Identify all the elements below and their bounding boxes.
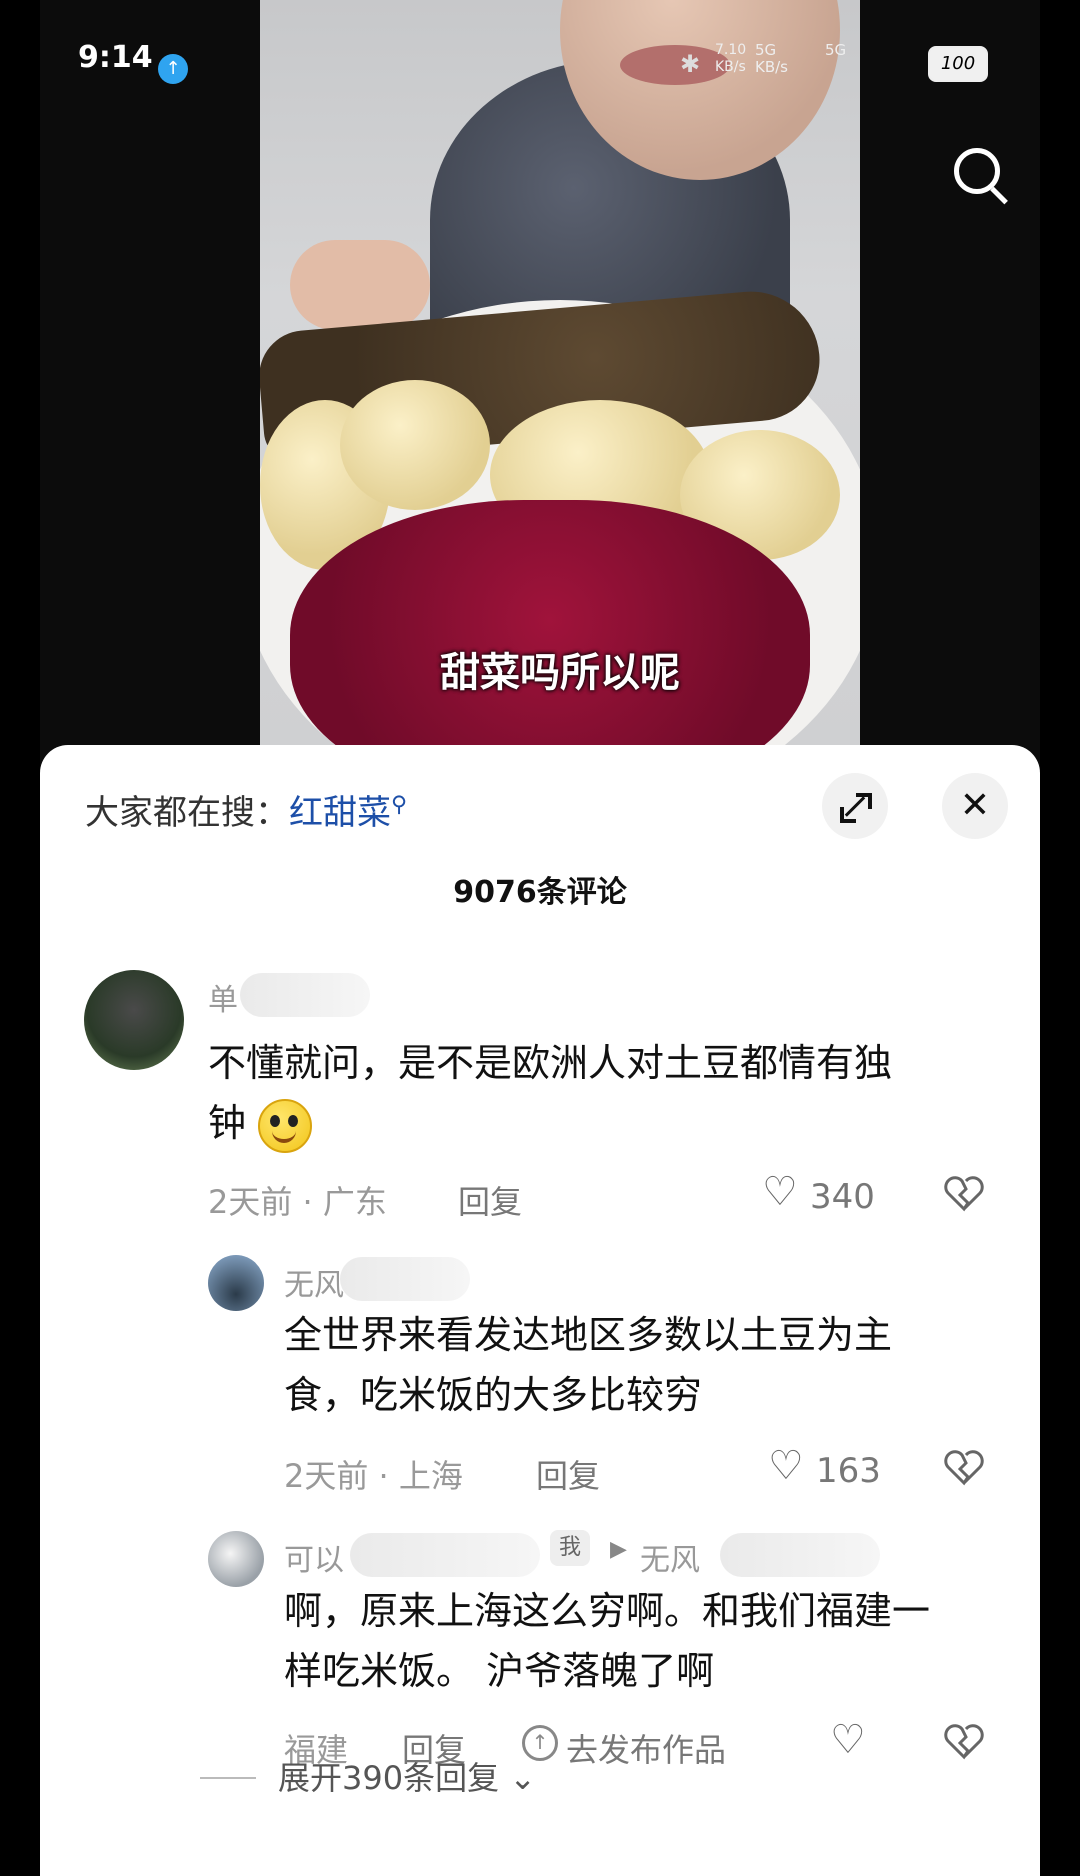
reply-button[interactable]: 回复 [536, 1451, 600, 1497]
close-button[interactable]: ✕ [942, 773, 1008, 839]
close-icon: ✕ [959, 785, 991, 826]
divider [200, 1777, 256, 1779]
like-heart-icon[interactable]: ♡ [830, 1717, 866, 1763]
search-button[interactable] [948, 142, 1012, 206]
video-hand [290, 240, 430, 330]
hot-search-prefix: 大家都在搜： [85, 793, 289, 833]
video-potato [340, 380, 490, 510]
expand-replies-button[interactable]: 展开390条回复 ⌄ [278, 1753, 536, 1799]
smile-emoji-icon [258, 1098, 313, 1153]
battery-indicator: 100 [928, 46, 988, 82]
comment-text: 啊，原来上海这么穷啊。和我们福建一 样吃米饭。 沪爷落魄了啊 [284, 1589, 931, 1693]
avatar[interactable] [84, 970, 184, 1070]
like-heart-icon[interactable]: ♡ [768, 1443, 804, 1489]
blurred-name [240, 973, 370, 1017]
dislike-icon[interactable] [944, 1449, 984, 1487]
reply-to-author[interactable]: 无风 [640, 1535, 700, 1579]
chevron-down-icon: ⌄ [509, 1759, 537, 1797]
video-beetroot [290, 500, 810, 745]
publish-work-button[interactable]: 去发布作品 [566, 1725, 726, 1771]
video-subtitle: 甜菜吗所以呢 [440, 650, 680, 696]
comment-panel: 大家都在搜：红甜菜⚲ ✕ 9076条评论 单 不懂就问，是不是欧洲人对土豆都情有… [40, 745, 1040, 1876]
comment-meta: 2天前 · 上海 [284, 1457, 463, 1495]
blurred-name [350, 1533, 540, 1577]
hot-search-keyword[interactable]: 红甜菜 [289, 793, 391, 833]
expand-button[interactable] [822, 773, 888, 839]
like-heart-icon[interactable]: ♡ [762, 1169, 798, 1215]
comment-author[interactable]: 无风 [284, 1260, 344, 1304]
video-player[interactable]: 甜菜吗所以呢 [260, 0, 860, 745]
comment-author[interactable]: 单 [208, 975, 238, 1019]
comment-count: 9076条评论 [453, 875, 627, 910]
blurred-name [720, 1533, 880, 1577]
comment-text: 不懂就问，是不是欧洲人对土豆都情有独 钟 [208, 1033, 892, 1153]
like-count: 163 [816, 1451, 881, 1491]
bluetooth-icon: ✱ [680, 50, 701, 78]
status-time: 9:14 [78, 40, 153, 75]
avatar[interactable] [208, 1255, 264, 1311]
avatar[interactable] [208, 1531, 264, 1587]
dislike-icon[interactable] [944, 1723, 984, 1761]
comment-author[interactable]: 可以 [284, 1535, 344, 1579]
signal-5g-secondary: 5G [825, 41, 847, 59]
blurred-name [340, 1257, 470, 1301]
comment-meta: 2天前 · 广东 [208, 1183, 387, 1221]
me-tag: 我 [550, 1530, 590, 1566]
signal-5g-primary: 5G KB/s [755, 41, 788, 76]
comment-text: 全世界来看发达地区多数以土豆为主 食，吃米饭的大多比较穷 [284, 1313, 893, 1417]
hot-search-bar[interactable]: 大家都在搜：红甜菜⚲ [85, 785, 407, 834]
status-bar: 9:14 ↑ ✱ 7.10 KB/s 5G KB/s 5G 100 [40, 40, 1040, 90]
upload-icon: ↑ [158, 54, 188, 84]
reply-arrow-icon: ▶ [610, 1537, 627, 1562]
like-count: 340 [810, 1177, 875, 1217]
dislike-icon[interactable] [944, 1175, 984, 1213]
search-small-icon: ⚲ [391, 792, 408, 818]
reply-button[interactable]: 回复 [458, 1177, 522, 1223]
network-speed: 7.10 KB/s [715, 42, 747, 75]
